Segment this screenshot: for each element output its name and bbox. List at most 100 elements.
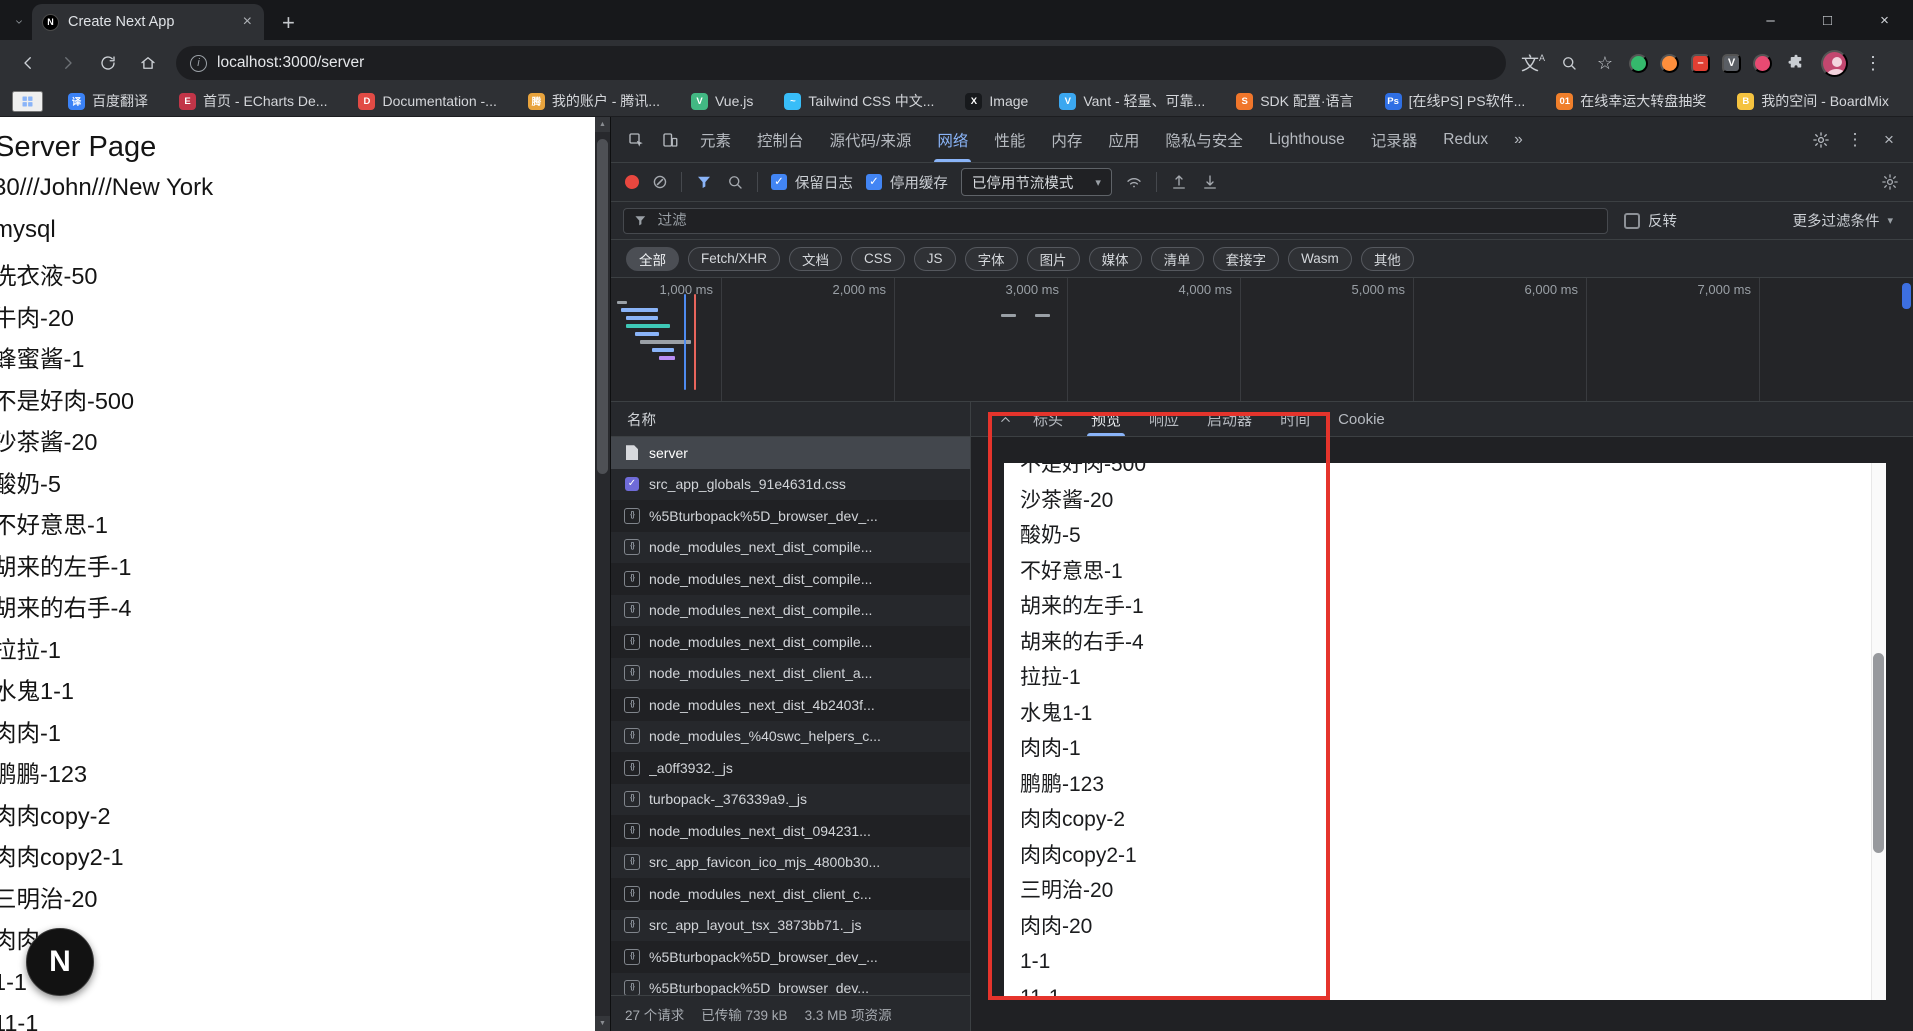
request-row[interactable]: node_modules_%40swc_helpers_c... <box>611 721 970 753</box>
devtools-tabs-overflow[interactable]: » <box>1501 117 1536 162</box>
window-close-button[interactable]: × <box>1856 0 1913 40</box>
request-row[interactable]: src_app_favicon_ico_mjs_4800b30... <box>611 847 970 879</box>
browser-menu-icon[interactable]: ⋮ <box>1858 48 1888 78</box>
network-timeline-overview[interactable]: 1,000 ms2,000 ms3,000 ms4,000 ms5,000 ms… <box>611 278 1913 402</box>
devtools-tab[interactable]: 控制台 <box>744 117 817 162</box>
request-type-chip[interactable]: 图片 <box>1027 247 1080 271</box>
scrollbar-down-arrow[interactable]: ▼ <box>595 1016 610 1031</box>
request-type-chip[interactable]: 全部 <box>626 247 679 271</box>
devtools-tab[interactable]: Lighthouse <box>1256 117 1358 162</box>
bookmark-star-icon[interactable]: ☆ <box>1590 48 1620 78</box>
invert-filter-checkbox[interactable]: 反转 <box>1624 210 1677 231</box>
disable-cache-checkbox[interactable]: ✓ 停用缓存 <box>866 172 948 193</box>
devtools-close-icon[interactable]: × <box>1873 124 1905 156</box>
scrollbar-up-arrow[interactable]: ▲ <box>595 117 610 132</box>
devtools-tab[interactable]: 应用 <box>1095 117 1152 162</box>
devtools-tab[interactable]: Redux <box>1430 117 1501 162</box>
filter-input-box[interactable] <box>623 208 1608 234</box>
browser-tab[interactable]: N Create Next App × <box>32 4 264 40</box>
bookmark-item[interactable]: D Documentation -... <box>352 92 502 111</box>
preserve-log-checkbox[interactable]: ✓ 保留日志 <box>771 172 853 193</box>
reload-button[interactable] <box>90 46 126 80</box>
request-row[interactable]: turbopack-_376339a9._js <box>611 784 970 816</box>
throttling-dropdown[interactable]: 已停用节流模式 ▾ <box>961 168 1112 196</box>
request-row[interactable]: %5Bturbopack%5D_browser_dev_... <box>611 500 970 532</box>
nextjs-dev-badge[interactable]: N <box>26 928 94 996</box>
bookmark-item[interactable]: ~ Tailwind CSS 中文... <box>778 90 940 112</box>
request-row[interactable]: node_modules_next_dist_client_a... <box>611 658 970 690</box>
detail-tab[interactable]: Cookie <box>1324 402 1399 436</box>
translate-icon[interactable]: 文A <box>1518 48 1548 78</box>
request-type-chip[interactable]: 字体 <box>965 247 1018 271</box>
forward-button[interactable] <box>50 46 86 80</box>
devtools-tab[interactable]: 网络 <box>924 117 981 162</box>
request-type-chip[interactable]: 文档 <box>789 247 842 271</box>
extension-icon[interactable] <box>1753 54 1772 73</box>
request-row[interactable]: _a0ff3932._js <box>611 752 970 784</box>
device-toolbar-icon[interactable] <box>653 123 687 157</box>
bookmark-item[interactable]: E 首页 - ECharts De... <box>173 90 333 112</box>
devtools-tab[interactable]: 内存 <box>1038 117 1095 162</box>
window-maximize-button[interactable]: □ <box>1799 0 1856 40</box>
preview-scrollbar-thumb[interactable] <box>1873 653 1884 853</box>
network-conditions-icon[interactable] <box>1125 173 1143 191</box>
export-har-button[interactable] <box>1201 173 1219 191</box>
preview-pane[interactable]: 不是好肉-500沙茶酱-20酸奶-5不好意思-1胡来的左手-1胡来的右手-4拉拉… <box>1004 463 1886 1000</box>
detail-tab[interactable]: 预览 <box>1077 402 1135 436</box>
request-type-chip[interactable]: 媒体 <box>1089 247 1142 271</box>
new-tab-button[interactable]: + <box>276 11 301 35</box>
bookmark-item[interactable]: S SDK 配置·语言 <box>1230 90 1359 112</box>
profile-avatar[interactable] <box>1821 50 1848 77</box>
request-type-chip[interactable]: 清单 <box>1151 247 1204 271</box>
site-info-icon[interactable]: i <box>190 55 207 72</box>
devtools-menu-icon[interactable]: ⋮ <box>1839 124 1871 156</box>
extension-icon[interactable] <box>1629 54 1648 73</box>
tab-close-button[interactable]: × <box>241 13 254 31</box>
lens-search-icon[interactable] <box>1554 48 1584 78</box>
bookmark-item[interactable]: V Vant - 轻量、可靠... <box>1053 90 1211 112</box>
clear-network-log-button[interactable]: ⊘ <box>652 171 668 194</box>
request-row[interactable]: server <box>611 437 970 469</box>
request-row[interactable]: %5Bturbopack%5D_browser_dev... <box>611 973 970 996</box>
request-type-chip[interactable]: JS <box>914 247 956 271</box>
devtools-tab[interactable]: 性能 <box>981 117 1038 162</box>
request-row[interactable]: node_modules_next_dist_4b2403f... <box>611 689 970 721</box>
request-row[interactable]: node_modules_next_dist_compile... <box>611 563 970 595</box>
devtools-tab[interactable]: 记录器 <box>1358 117 1431 162</box>
request-row[interactable]: node_modules_next_dist_compile... <box>611 595 970 627</box>
bookmark-item[interactable]: 腾 我的账户 - 腾讯... <box>522 90 666 112</box>
extension-icon[interactable]: – <box>1691 54 1710 73</box>
devtools-tab[interactable]: 元素 <box>687 117 744 162</box>
bookmark-item[interactable]: Ps [在线PS] PS软件... <box>1379 90 1532 112</box>
extension-icon[interactable] <box>1660 54 1679 73</box>
request-row[interactable]: src_app_globals_91e4631d.css <box>611 469 970 501</box>
page-scrollbar[interactable]: ▲ ▼ <box>595 117 610 1031</box>
devtools-tab[interactable]: 源代码/来源 <box>817 117 925 162</box>
scrollbar-thumb[interactable] <box>597 139 608 474</box>
inspect-element-icon[interactable] <box>619 123 653 157</box>
bookmark-item[interactable]: X Image <box>959 92 1034 111</box>
request-type-chip[interactable]: Fetch/XHR <box>688 247 780 271</box>
preview-scrollbar[interactable] <box>1871 463 1886 1000</box>
detail-tab[interactable]: 标头 <box>1019 402 1077 436</box>
extension-icon[interactable]: V <box>1722 54 1741 73</box>
request-type-chip[interactable]: CSS <box>851 247 905 271</box>
detail-tab[interactable]: 启动器 <box>1193 402 1266 436</box>
filter-input[interactable] <box>656 212 1598 230</box>
detail-tab[interactable]: 响应 <box>1135 402 1193 436</box>
network-settings-icon[interactable] <box>1881 173 1899 191</box>
request-type-chip[interactable]: Wasm <box>1288 247 1352 271</box>
request-type-chip[interactable]: 套接字 <box>1213 247 1280 271</box>
bookmark-item[interactable]: V Vue.js <box>685 92 759 111</box>
home-button[interactable] <box>130 46 166 80</box>
apps-grid-icon[interactable] <box>12 91 43 112</box>
request-row[interactable]: node_modules_next_dist_compile... <box>611 532 970 564</box>
detail-tab[interactable]: 时间 <box>1266 402 1324 436</box>
bookmark-item[interactable]: 译 百度翻译 <box>62 90 154 112</box>
window-minimize-button[interactable]: – <box>1742 0 1799 40</box>
bookmark-item[interactable]: B 我的空间 - BoardMix <box>1731 90 1895 112</box>
bookmark-item[interactable]: 01 在线幸运大转盘抽奖 <box>1550 90 1712 112</box>
address-bar[interactable]: i localhost:3000/server <box>176 46 1506 80</box>
devtools-tab[interactable]: 隐私与安全 <box>1152 117 1256 162</box>
devtools-settings-icon[interactable] <box>1805 124 1837 156</box>
